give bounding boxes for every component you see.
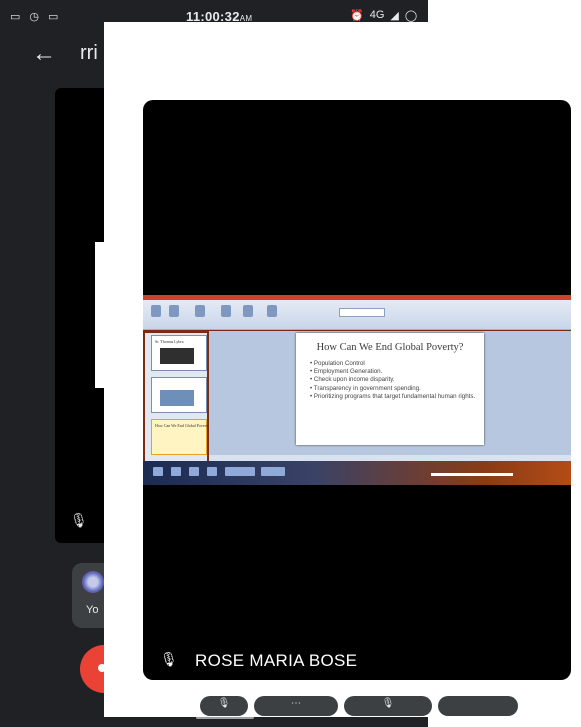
avatar <box>82 571 104 593</box>
mic-off-icon: 🎙︎ <box>70 512 88 528</box>
paragraph-icon <box>243 305 253 317</box>
list-item: Population Control <box>310 360 480 368</box>
participant-video-tile[interactable]: Sr. Thomas Lybra How Can We End Global P… <box>143 100 571 680</box>
notification-icon: ▭ <box>10 11 21 23</box>
taskbar-app-icon <box>189 467 199 476</box>
list-item: Prioritizing programs that target fundam… <box>310 393 480 401</box>
taskbar-app-icon <box>261 467 285 476</box>
alarm-icon: ⏰ <box>350 10 364 22</box>
taskbar-app-icon <box>225 467 255 476</box>
taskbar-app-icon <box>207 467 217 476</box>
ribbon-field <box>339 308 385 317</box>
new-slide-icon <box>169 305 179 317</box>
participant-name: ROSE MARIA BOSE <box>195 651 358 670</box>
signal-icon: ◢ <box>390 10 399 22</box>
video-button[interactable]: ⋯ <box>254 696 338 716</box>
list-item: Employment Generation. <box>310 368 480 376</box>
layout-icon <box>195 305 205 317</box>
status-right-icons: ⏰ 4G ◢ ◯ <box>350 9 417 22</box>
back-arrow-icon[interactable]: ← <box>32 40 56 68</box>
drawing-icon <box>267 305 277 317</box>
mic-off-icon: 🎙︎ <box>381 698 395 709</box>
slide-thumbnail-selected: How Can We End Global Poverty? <box>151 419 211 455</box>
mic-off-icon: 🎙︎ <box>217 698 231 709</box>
slide-thumbnail: Sr. Thomas Lybra <box>151 335 207 371</box>
call-controls-bar: 🎙︎ ⋯ 🎙︎ <box>200 696 520 716</box>
slide-bullet-list: Population Control Employment Generation… <box>310 360 480 401</box>
network-4g-label: 4G <box>369 9 385 21</box>
taskbar-app-icon <box>171 467 181 476</box>
audio-button[interactable]: 🎙︎ <box>344 696 432 716</box>
whatsapp-icon: ◷ <box>29 11 40 23</box>
mic-off-icon: 🎙︎ <box>160 651 178 667</box>
thumbnail-image <box>160 348 194 364</box>
thumbnail-image <box>160 390 194 406</box>
start-icon <box>153 467 163 476</box>
screen-share-content: Sr. Thomas Lybra How Can We End Global P… <box>143 295 571 485</box>
self-view-label: Yo <box>86 604 99 616</box>
camera-icon: ⋯ <box>291 698 301 709</box>
more-button[interactable] <box>438 696 518 716</box>
paste-icon <box>151 305 161 317</box>
battery-icon: ◯ <box>404 10 418 22</box>
status-left-icons: ▭ ◷ ▭ <box>10 10 58 23</box>
slide-title: How Can We End Global Poverty? <box>316 342 464 353</box>
list-item: Transparency in government spending. <box>310 385 480 393</box>
slide-canvas: How Can We End Global Poverty? Populatio… <box>296 333 484 445</box>
list-item: Check upon income disparity. <box>310 376 480 384</box>
font-icon <box>221 305 231 317</box>
slide-thumbnail-pane: Sr. Thomas Lybra How Can We End Global P… <box>145 333 211 461</box>
slide-thumbnail <box>151 377 207 413</box>
cast-icon: ▭ <box>48 11 59 23</box>
mic-button[interactable]: 🎙︎ <box>200 696 248 716</box>
zoom-slider <box>431 473 513 476</box>
ppt-titlebar <box>143 295 571 300</box>
ppt-ribbon <box>143 295 571 330</box>
